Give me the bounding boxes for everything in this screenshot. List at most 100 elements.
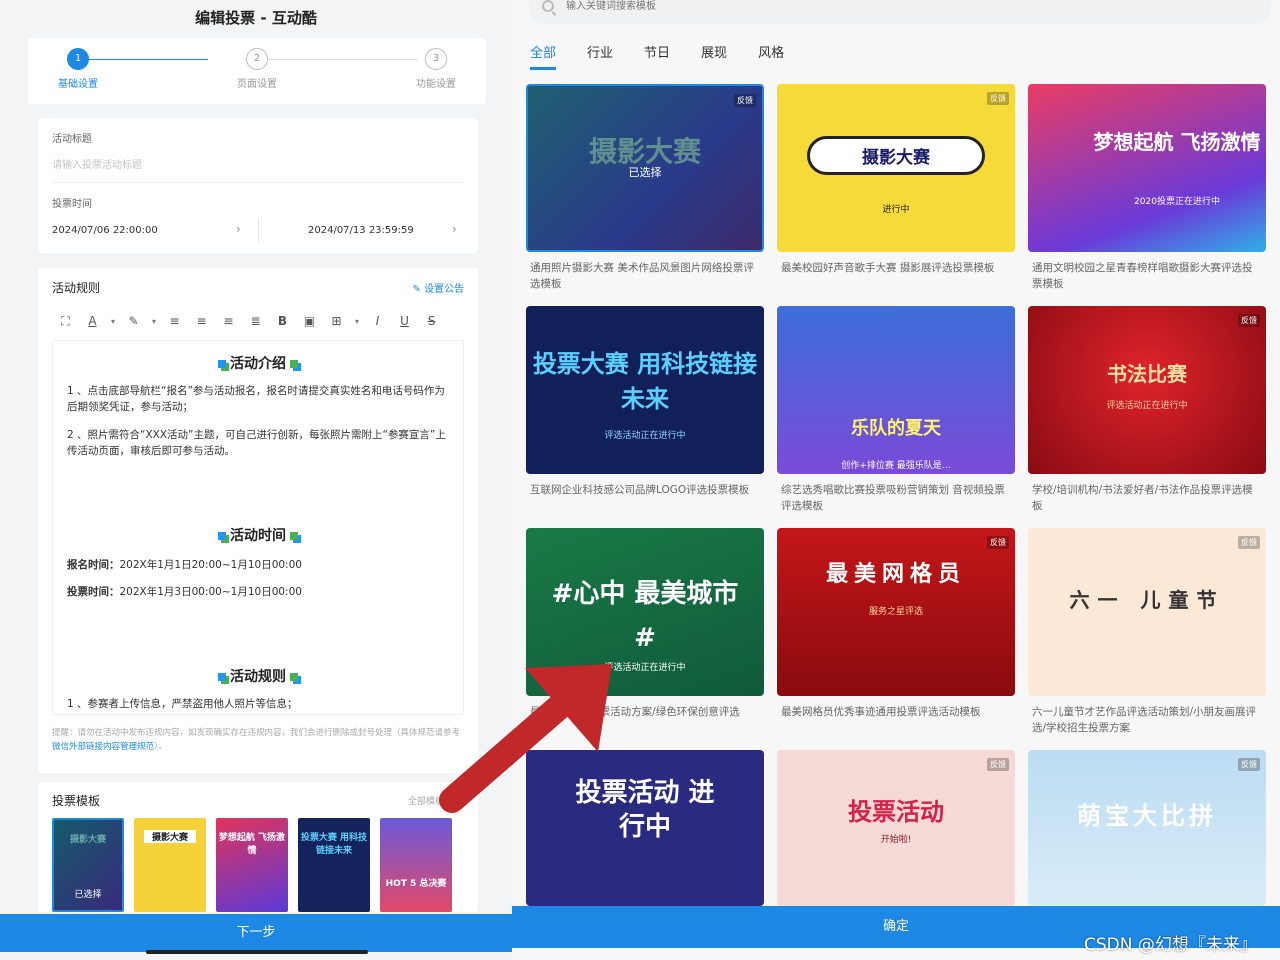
feedback-badge[interactable]: 反馈 [987, 758, 1009, 771]
time-heading: 活动时间 [53, 525, 463, 545]
step-label: 基础设置 [58, 79, 98, 90]
annotation-arrow-icon [439, 664, 612, 813]
chevron-down-icon[interactable]: ▾ [106, 317, 120, 326]
template-card[interactable]: 摄影大赛 进行中 反馈 最美校园好声音歌手大赛 摄影展评选投票模板 [777, 84, 1015, 276]
thumb-title: 投票大赛 用科技链接未来 [300, 833, 368, 856]
rules-title: 活动规则 [52, 281, 101, 295]
template-card[interactable]: 投票大赛 用科技链接未来 评选活动正在进行中 互联网企业科技感公司品牌LOGO评… [526, 306, 764, 498]
vote-template-card: 投票模板 全部模板 摄影大赛 已选择 摄影大赛 梦想起航 飞扬激情 投票大赛 用… [38, 782, 478, 912]
signup-time-line: 报名时间：202X年1月1日20:00~1月10日00:00 [67, 557, 302, 572]
tab-industry[interactable]: 行业 [587, 42, 613, 61]
step-label: 页面设置 [237, 79, 277, 90]
intro-heading-text: 活动介绍 [230, 356, 286, 372]
chevron-down-icon[interactable]: ▾ [147, 317, 161, 326]
card-title: 萌宝大比拼 [1077, 802, 1217, 830]
card-title: 乐队的夏天 [851, 418, 941, 439]
activity-title-input[interactable]: 请输入投票活动标题 [52, 156, 142, 171]
align-justify-icon[interactable]: ≣ [242, 314, 269, 328]
tab-style[interactable]: 风格 [758, 42, 784, 61]
feedback-badge[interactable]: 反馈 [1238, 536, 1260, 549]
template-card[interactable]: 摄影大赛 已选择 反馈 通用照片摄影大赛 美术作品风景图片网络投票评选模板 [526, 84, 764, 292]
next-step-button[interactable]: 下一步 [0, 914, 512, 952]
set-notice-link[interactable]: ✎ 设置公告 [412, 280, 464, 295]
thumb-title: HOT 5 总决赛 [385, 879, 447, 889]
template-thumb[interactable]: 投票大赛 用科技链接未来 [298, 818, 370, 912]
step-number: 1 [67, 48, 89, 70]
feedback-badge[interactable]: 反馈 [1238, 758, 1260, 771]
card-desc: 通用文明校园之星青春榜样唱歌摄影大赛评选投票模板 [1032, 262, 1253, 290]
template-thumb[interactable]: 摄影大赛 [134, 818, 206, 912]
template-image: 梦想起航 飞扬激情 2020投票正在进行中 [1028, 84, 1266, 252]
template-card[interactable]: 六一 儿童节 反馈 六一儿童节才艺作品评选活动策划/小朋友画展评选/学校招生投票… [1028, 528, 1266, 736]
underline-icon[interactable]: U [391, 314, 418, 328]
thumb-title: 梦想起航 飞扬激情 [218, 833, 286, 856]
card-desc: 综艺选秀唱歌比赛投票吸粉营销策划 音视频投票评选模板 [781, 484, 1005, 512]
step-function[interactable]: 3 功能设置 [396, 48, 476, 90]
step-number: 2 [246, 48, 268, 70]
tab-display[interactable]: 展现 [701, 42, 727, 61]
template-image: 乐队的夏天 创作+排位赛 最强乐队是… [777, 306, 1015, 474]
block-icon [290, 673, 298, 681]
activity-title-label: 活动标题 [52, 134, 92, 145]
template-card[interactable]: 萌宝大比拼 反馈 [1028, 750, 1266, 906]
font-color-icon[interactable]: A [79, 314, 106, 328]
template-thumb[interactable]: 梦想起航 飞扬激情 [216, 818, 288, 912]
divider [258, 218, 259, 242]
align-center-icon[interactable]: ≡ [188, 314, 215, 328]
card-title: 最美网格员 [825, 562, 966, 587]
card-title: 投票大赛 用科技链接未来 [532, 350, 758, 413]
search-input[interactable] [566, 0, 866, 16]
card-title: 摄影大赛 [807, 136, 985, 175]
search-bar[interactable] [528, 0, 1272, 24]
template-image: 最美网格员 服务之星评选 反馈 [777, 528, 1015, 696]
highlight-icon[interactable]: ✎ [120, 314, 147, 328]
template-card[interactable]: 乐队的夏天 创作+排位赛 最强乐队是… 综艺选秀唱歌比赛投票吸粉营销策划 音视频… [777, 306, 1015, 514]
template-title: 投票模板 [52, 794, 101, 808]
template-card[interactable]: 书法比赛 评选活动正在进行中 反馈 学校/培训机构/书法爱好者/书法作品投票评选… [1028, 306, 1266, 514]
rules-card: 活动规则 ✎ 设置公告 ⛶ A ▾ ✎ ▾ ≡ ≡ ≡ ≣ B ▣ ⊞ ▾ I … [38, 268, 478, 773]
card-desc: 互联网企业科技感公司品牌LOGO评选投票模板 [530, 484, 750, 496]
category-tabs: 全部 行业 节日 展现 风格 [530, 42, 815, 70]
end-time-field[interactable]: 2024/07/13 23:59:59 [308, 225, 414, 236]
watermark: CSDN @幻想『未来』 [1084, 935, 1257, 955]
feedback-badge[interactable]: 反馈 [987, 92, 1009, 105]
feedback-badge[interactable]: 反馈 [734, 94, 756, 107]
page-title: 编辑投票 - 互动酷 [0, 0, 512, 38]
template-image: 六一 儿童节 反馈 [1028, 528, 1266, 696]
chevron-right-icon: › [236, 222, 241, 236]
align-left-icon[interactable]: ≡ [161, 314, 188, 328]
guideline-link[interactable]: 微信外部链接内容管理规范 [52, 742, 154, 752]
template-image: 摄影大赛 进行中 反馈 [777, 84, 1015, 252]
template-image: 萌宝大比拼 反馈 [1028, 750, 1266, 906]
rich-text-editor[interactable]: 活动介绍 1 、点击底部导航栏“报名”参与活动报名，报名时请提交真实姓名和电话号… [52, 340, 464, 715]
step-number: 3 [425, 48, 447, 70]
template-card[interactable]: 投票活动 开始啦! 反馈 [777, 750, 1015, 906]
selected-label: 已选择 [628, 166, 662, 179]
align-right-icon[interactable]: ≡ [215, 314, 242, 328]
vote-time-value: 202X年1月3日00:00~1月10日00:00 [119, 586, 302, 598]
template-thumb[interactable]: 摄影大赛 已选择 [52, 818, 124, 912]
feedback-badge[interactable]: 反馈 [987, 536, 1009, 549]
image-icon[interactable]: ▣ [296, 314, 323, 328]
feedback-badge[interactable]: 反馈 [1238, 314, 1260, 327]
template-card[interactable]: 梦想起航 飞扬激情 2020投票正在进行中 通用文明校园之星青春榜样唱歌摄影大赛… [1028, 84, 1266, 292]
step-page[interactable]: 2 页面设置 [217, 48, 297, 90]
block-icon [290, 532, 298, 540]
thumb-title: 摄影大赛 [69, 835, 106, 845]
card-sub: 评选活动正在进行中 [604, 431, 686, 441]
card-title: 梦想起航 飞扬激情 [1093, 130, 1261, 154]
bold-icon[interactable]: B [269, 314, 296, 328]
tab-all[interactable]: 全部 [530, 42, 557, 70]
start-time-field[interactable]: 2024/07/06 22:00:00 [52, 225, 158, 236]
home-indicator [146, 950, 368, 954]
block-icon [218, 532, 226, 540]
table-icon[interactable]: ⊞ [323, 314, 350, 328]
italic-icon[interactable]: I [364, 314, 391, 328]
fullscreen-icon[interactable]: ⛶ [52, 314, 79, 329]
tab-festival[interactable]: 节日 [644, 42, 670, 61]
step-basic[interactable]: 1 基础设置 [38, 48, 118, 90]
chevron-down-icon[interactable]: ▾ [350, 317, 364, 326]
card-sub: 开始啦! [880, 835, 912, 845]
template-card[interactable]: 最美网格员 服务之星评选 反馈 最美网格员优秀事迹通用投票评选活动模板 [777, 528, 1015, 720]
strikethrough-icon[interactable]: S [418, 314, 445, 328]
